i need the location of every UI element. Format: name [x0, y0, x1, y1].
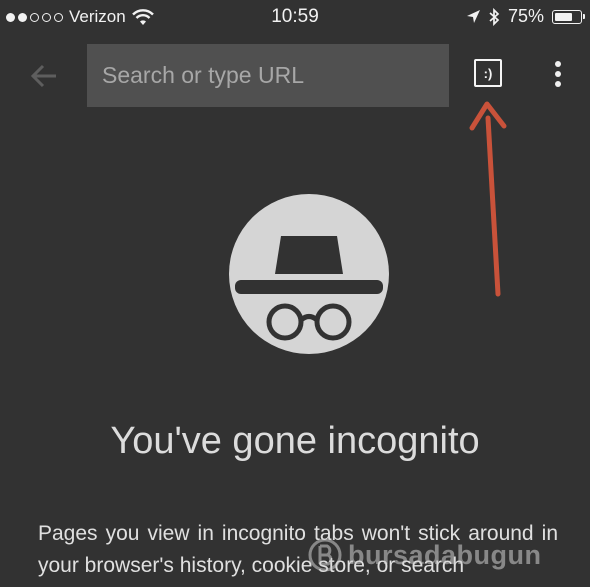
tab-switcher-label: :) [483, 65, 493, 81]
status-right: 75% [466, 6, 585, 27]
tab-switcher-button[interactable]: :) [474, 59, 502, 87]
incognito-avatar [229, 194, 389, 354]
overflow-menu-icon[interactable] [548, 61, 568, 89]
incognito-heading: You've gone incognito [110, 420, 480, 462]
status-bar: Verizon 10:59 75% [0, 0, 590, 34]
watermark-logo-icon [308, 538, 342, 572]
location-arrow-icon [466, 10, 480, 23]
battery-percent: 75% [507, 6, 544, 26]
watermark: bursadabugun [308, 532, 542, 578]
bluetooth-icon [489, 7, 500, 26]
back-arrow-icon[interactable] [28, 60, 60, 92]
search-input[interactable] [87, 44, 449, 107]
red-annotation-arrow [469, 101, 507, 297]
watermark-text: bursadabugun [348, 539, 542, 570]
battery-icon [552, 9, 585, 24]
incognito-icon [235, 236, 383, 341]
